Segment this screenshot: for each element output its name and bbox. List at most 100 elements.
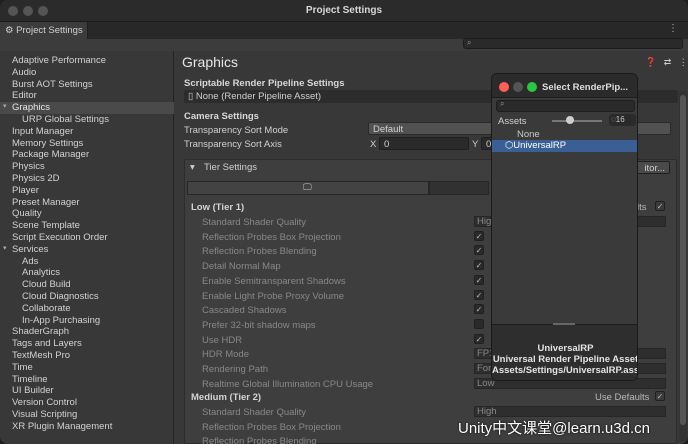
tier-row-label: Realtime Global Illumination CPU Usage — [202, 378, 374, 390]
tab-project-settings[interactable]: ⚙ Project Settings — [0, 22, 88, 39]
tier-row-checkbox[interactable]: ✓ — [474, 333, 484, 344]
sidebar-item[interactable]: Ads — [22, 256, 38, 268]
tier-medium-header[interactable]: Medium (Tier 2) — [191, 392, 261, 403]
sidebar-item[interactable]: In-App Purchasing — [22, 315, 100, 327]
tier-row-label: Enable Semitransparent Shadows — [202, 275, 346, 287]
tier-row-label: Detail Normal Map — [202, 261, 281, 273]
gear-icon: ⚙ — [5, 25, 14, 36]
sort-mode-value: Default — [373, 124, 404, 135]
tier-row-checkbox[interactable]: ✓ — [474, 289, 484, 300]
popup-maximize-button[interactable] — [527, 82, 537, 92]
srp-header: Scriptable Render Pipeline Settings — [184, 78, 345, 89]
preview-pane: UniversalRP Universal Render Pipeline As… — [492, 323, 637, 380]
sidebar-item[interactable]: Graphics — [0, 102, 174, 115]
popup-assets-tab[interactable]: Assets — [498, 116, 527, 127]
sidebar-item[interactable]: Visual Scripting — [12, 409, 77, 421]
popup-minimize-button[interactable] — [513, 82, 523, 92]
tier-row-checkbox[interactable]: ✓ — [474, 245, 484, 256]
preset-icon[interactable]: ⇄ — [664, 57, 672, 67]
open-editor-label: itor... — [644, 163, 665, 174]
medium-row-label: Reflection Probes Blending — [202, 436, 317, 444]
tier-row-label: Use HDR — [202, 334, 243, 346]
icon-size-slider[interactable] — [552, 120, 602, 122]
window-title: Project Settings — [305, 5, 383, 16]
icon-size-slider-thumb[interactable] — [566, 116, 574, 124]
popup-close-button[interactable] — [499, 82, 509, 92]
sidebar-item[interactable]: Package Manager — [12, 149, 89, 161]
use-defaults-medium-label: Use Defaults — [595, 392, 650, 403]
tier-row-label: Rendering Path — [202, 364, 269, 375]
preview-name: UniversalRP — [537, 343, 594, 354]
use-defaults-low-checkbox[interactable]: ✓ — [655, 201, 665, 211]
tier-row-label: HDR Mode — [202, 349, 249, 361]
sidebar-item[interactable]: Cloud Build — [22, 279, 71, 291]
sidebar-item[interactable]: Scene Template — [12, 220, 80, 232]
sidebar-item[interactable]: Tags and Layers — [12, 338, 82, 350]
tab-standalone[interactable]: 🖵 — [187, 181, 429, 195]
monitor-icon: 🖵 — [303, 182, 312, 192]
sidebar-item[interactable]: Timeline — [12, 374, 48, 386]
axis-y-label: Y — [472, 139, 479, 150]
sidebar-item[interactable]: XR Plugin Management — [12, 421, 112, 433]
sidebar-item[interactable]: Collaborate — [22, 303, 71, 315]
help-icon[interactable]: ❓ — [645, 57, 656, 67]
more-menu-icon[interactable]: ⋮ — [679, 57, 688, 67]
sidebar-item[interactable]: Editor — [12, 90, 37, 102]
tier-row-label: Standard Shader Quality — [202, 217, 307, 228]
tier-expand-icon[interactable]: ▾ — [190, 162, 195, 173]
sidebar-item[interactable]: Memory Settings — [12, 138, 83, 150]
sidebar-item[interactable]: Script Execution Order — [12, 232, 108, 244]
list-item-label: None — [517, 129, 540, 140]
sidebar-item[interactable]: TextMesh Pro — [12, 350, 70, 362]
hidden-count: 16 — [615, 115, 625, 124]
use-defaults-low-label: lts — [637, 202, 647, 213]
tier-row-checkbox[interactable]: ✓ — [474, 260, 484, 271]
sort-mode-label: Transparency Sort Mode — [184, 125, 289, 136]
tier-row-checkbox[interactable]: ✓ — [474, 304, 484, 315]
splitter-handle[interactable] — [553, 323, 575, 325]
popup-search-input[interactable]: ⌕ — [496, 99, 635, 112]
sidebar-item[interactable]: Physics — [12, 161, 45, 173]
sidebar-item[interactable]: Quality — [12, 208, 42, 220]
hidden-packages-toggle[interactable]: ◌16 — [609, 114, 636, 126]
sidebar-item[interactable]: Preset Manager — [12, 197, 80, 209]
sidebar-item[interactable]: Input Manager — [12, 126, 73, 138]
expand-arrow-icon[interactable]: ▾ — [3, 102, 7, 110]
sidebar-item[interactable]: ShaderGraph — [12, 326, 69, 338]
list-item-label: UniversalRP — [513, 140, 567, 151]
sidebar-item[interactable]: Adaptive Performance — [12, 55, 106, 67]
project-settings-window: Project Settings ⚙ Project Settings ⋮ ⌕ … — [0, 0, 688, 444]
medium-shader-quality-dropdown[interactable]: High — [474, 406, 666, 417]
tier-row-checkbox[interactable]: ✓ — [474, 274, 484, 285]
title-bar: Project Settings — [0, 0, 688, 22]
list-item-selected[interactable]: ⬡UniversalRP — [492, 140, 637, 152]
camera-settings-header: Camera Settings — [184, 111, 259, 122]
sidebar-item[interactable]: Cloud Diagnostics — [22, 291, 99, 303]
tab-bar: ⚙ Project Settings ⋮ — [0, 22, 688, 39]
tier-row-label: Cascaded Shadows — [202, 305, 287, 317]
axis-x-input[interactable]: 0 — [379, 137, 469, 150]
sort-axis-label: Transparency Sort Axis — [184, 139, 282, 150]
sidebar-item[interactable]: Time — [12, 362, 33, 374]
tier-row-label: Enable Light Probe Proxy Volume — [202, 290, 345, 302]
sidebar-item[interactable]: Player — [12, 185, 39, 197]
tier-row-checkbox[interactable]: ✓ — [474, 230, 484, 241]
search-icon: ⌕ — [500, 99, 505, 108]
tier-row-checkbox[interactable] — [474, 318, 484, 329]
sidebar-item[interactable]: UI Builder — [12, 385, 54, 397]
tier-settings-header[interactable]: Tier Settings — [204, 162, 257, 173]
sidebar-item[interactable]: Audio — [12, 67, 36, 79]
sidebar-item[interactable]: Version Control — [12, 397, 77, 409]
expand-arrow-icon[interactable]: ▾ — [3, 244, 7, 252]
tab-platform[interactable] — [429, 181, 489, 195]
sidebar-item[interactable]: URP Global Settings — [22, 114, 109, 126]
settings-search-input[interactable]: ⌕ — [463, 38, 683, 49]
tier-low-header[interactable]: Low (Tier 1) — [191, 202, 244, 213]
scrollbar-thumb[interactable] — [680, 95, 686, 425]
sidebar-item[interactable]: Physics 2D — [12, 173, 60, 185]
sidebar-item[interactable]: Burst AOT Settings — [12, 79, 93, 91]
use-defaults-medium-checkbox[interactable]: ✓ — [655, 391, 665, 401]
sidebar-item[interactable]: Services — [12, 244, 48, 256]
more-menu-icon[interactable]: ⋮ — [668, 23, 678, 34]
sidebar-item[interactable]: Analytics — [22, 267, 60, 279]
